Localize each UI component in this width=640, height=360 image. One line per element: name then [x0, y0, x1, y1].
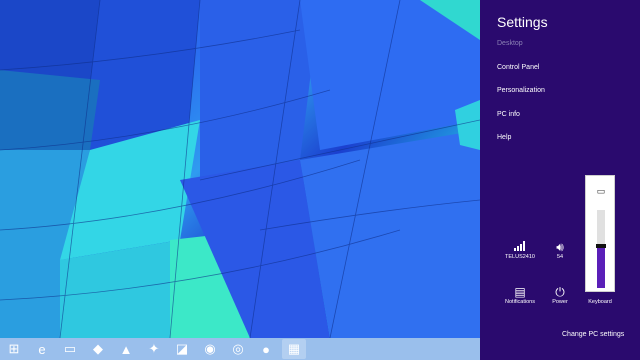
speaker-icon: 🔊︎: [556, 240, 564, 254]
power-label: Power: [552, 299, 568, 305]
app-icon-3[interactable]: ✦: [142, 339, 166, 359]
keyboard-label: Keyboard: [588, 299, 612, 305]
settings-charm-panel: Settings Desktop Control Panel Personali…: [480, 0, 640, 360]
volume-slider-thumb[interactable]: [596, 244, 606, 248]
network-label: TELUS2410: [505, 254, 535, 260]
menu-item-personalization[interactable]: Personalization: [497, 87, 545, 111]
notifications-label: Notifications: [505, 299, 535, 305]
volume-slider-track[interactable]: [596, 210, 606, 288]
menu-item-pc-info[interactable]: PC info: [497, 111, 545, 135]
app-icon-4[interactable]: ◪: [170, 339, 194, 359]
chrome-icon[interactable]: ◎: [226, 339, 250, 359]
menu-item-desktop: Desktop: [497, 40, 523, 47]
start-button[interactable]: ⊞: [2, 339, 26, 359]
steam-icon[interactable]: ◉: [198, 339, 222, 359]
change-pc-settings-link[interactable]: Change PC settings: [562, 331, 624, 338]
app-icon-2[interactable]: ▲: [114, 339, 138, 359]
taskbar: ⊞ e ▭ ◆ ▲ ✦ ◪ ◉ ◎ ● ▦: [0, 338, 480, 360]
network-tile[interactable]: TELUS2410: [500, 240, 540, 260]
internet-explorer-icon[interactable]: e: [30, 339, 54, 359]
menu-item-control-panel[interactable]: Control Panel: [497, 64, 545, 88]
volume-label: 54: [556, 254, 564, 260]
speaker-icon[interactable]: ▭: [595, 185, 607, 197]
panel-title: Settings: [497, 14, 548, 30]
power-icon: ⏻: [555, 285, 565, 299]
notifications-tile[interactable]: ▤ Notifications: [500, 285, 540, 305]
store-icon[interactable]: ▦: [282, 339, 306, 359]
menu-item-help[interactable]: Help: [497, 134, 545, 158]
firefox-icon[interactable]: ●: [254, 339, 278, 359]
balloon-wallpaper-art: [0, 0, 480, 338]
desktop-wallpaper: [0, 0, 480, 338]
file-explorer-icon[interactable]: ▭: [58, 339, 82, 359]
volume-slider-fill: [597, 246, 605, 288]
notifications-icon: ▤: [514, 285, 526, 299]
app-icon-1[interactable]: ◆: [86, 339, 110, 359]
settings-menu: Desktop Control Panel Personalization PC…: [497, 40, 545, 158]
volume-slider-popup: ▭: [585, 175, 615, 292]
volume-tile[interactable]: 🔊︎ 54: [540, 240, 580, 260]
power-tile[interactable]: ⏻ Power: [540, 285, 580, 305]
signal-bars-icon: [500, 240, 540, 254]
